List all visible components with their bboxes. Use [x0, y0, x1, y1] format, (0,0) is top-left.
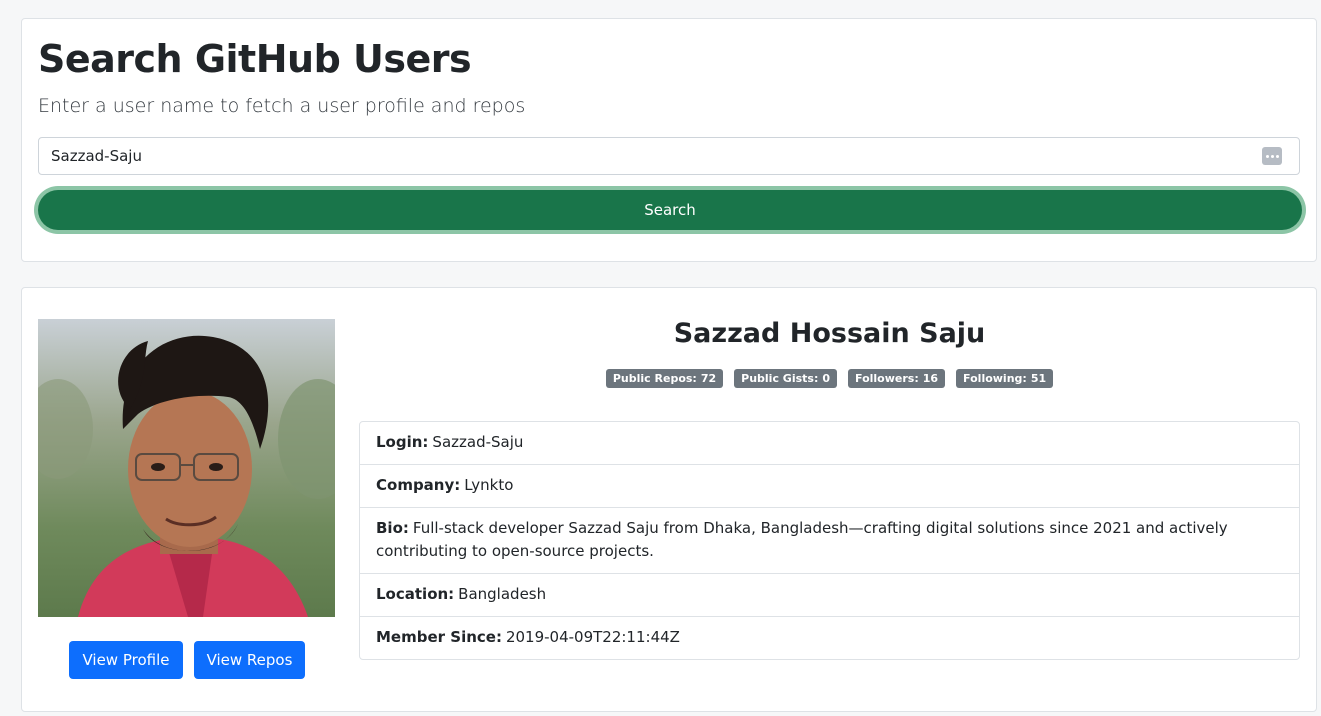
view-profile-button[interactable]: View Profile	[69, 641, 183, 679]
info-bio: Bio: Full-stack developer Sazzad Saju fro…	[360, 507, 1299, 573]
info-login: Login: Sazzad-Saju	[376, 433, 524, 451]
info-company: Company: Lynkto	[360, 464, 1299, 507]
badge-followers: Followers: 16	[848, 369, 946, 388]
search-button[interactable]: Search	[38, 190, 1302, 230]
view-repos-button[interactable]: View Repos	[194, 641, 305, 679]
badge-public-repos: Public Repos: 72	[605, 369, 724, 388]
info-member-since: Member Since: 2019-04-09T22:11:44Z	[360, 616, 1299, 659]
user-name: Sazzad Hossain Saju	[673, 318, 986, 349]
page-subtitle: Enter a user name to fetch a user profil…	[38, 95, 526, 117]
avatar	[38, 319, 335, 617]
info-location: Location: Bangladesh	[360, 573, 1299, 616]
password-manager-icon[interactable]	[1262, 147, 1282, 165]
page-title: Search GitHub Users	[38, 37, 472, 81]
badge-following: Following: 51	[956, 369, 1054, 388]
badge-public-gists: Public Gists: 0	[734, 369, 838, 388]
stats-badges: Public Repos: 72 Public Gists: 0 Followers…	[359, 369, 1300, 388]
search-card: Search GitHub Users Enter a user name to…	[21, 18, 1317, 262]
search-input[interactable]	[38, 137, 1300, 175]
profile-card: View Profile View Repos Sazzad Hossain S…	[21, 287, 1317, 712]
info-list: Login: Sazzad-Saju Company: Lynkto Bio: Ful…	[359, 421, 1300, 660]
